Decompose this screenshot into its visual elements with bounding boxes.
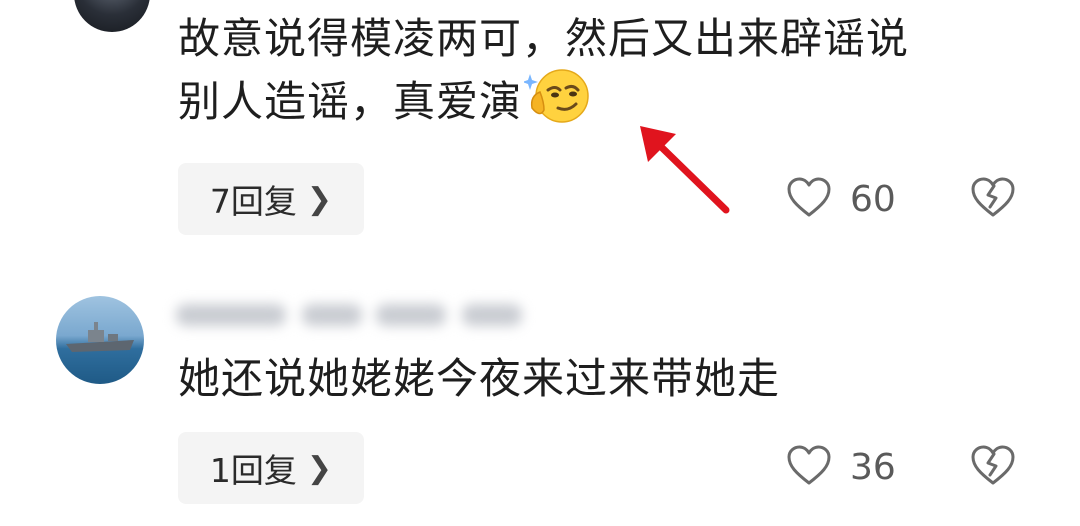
replies-button[interactable]: 7回复 ❯ [178,163,364,235]
replies-label: 1回复 [209,451,297,490]
chevron-right-icon: ❯ [306,450,333,486]
like-button[interactable]: 60 [786,176,896,222]
red-arrow-annotation [630,118,740,222]
avatar[interactable] [56,296,144,384]
dislike-button[interactable] [970,444,1016,490]
username-blurred [176,296,536,336]
heart-outline-icon [786,444,832,490]
chevron-right-icon: ❯ [306,181,333,217]
comment-text: 她还说她姥姥今夜来过来带她走 [178,354,781,403]
dislike-button[interactable] [970,176,1016,222]
like-count: 60 [850,178,896,220]
replies-button[interactable]: 1回复 ❯ [178,432,364,504]
comment-line: 别人造谣，真爱演 [178,68,909,141]
comment-line: 故意说得模凌两可，然后又出来辟谣说 [178,14,910,63]
heart-outline-icon [786,176,832,222]
like-button[interactable]: 36 [786,444,896,490]
comment-text: 故意说得模凌两可，然后又出来辟谣说 别人造谣，真爱演 [178,10,909,141]
broken-heart-icon [970,177,1016,222]
smirk-emoji-icon [522,68,592,141]
broken-heart-icon [970,445,1016,490]
avatar[interactable] [74,0,150,32]
like-count: 36 [850,446,896,488]
replies-label: 7回复 [209,182,297,221]
comment-line-text: 别人造谣，真爱演 [178,77,523,126]
